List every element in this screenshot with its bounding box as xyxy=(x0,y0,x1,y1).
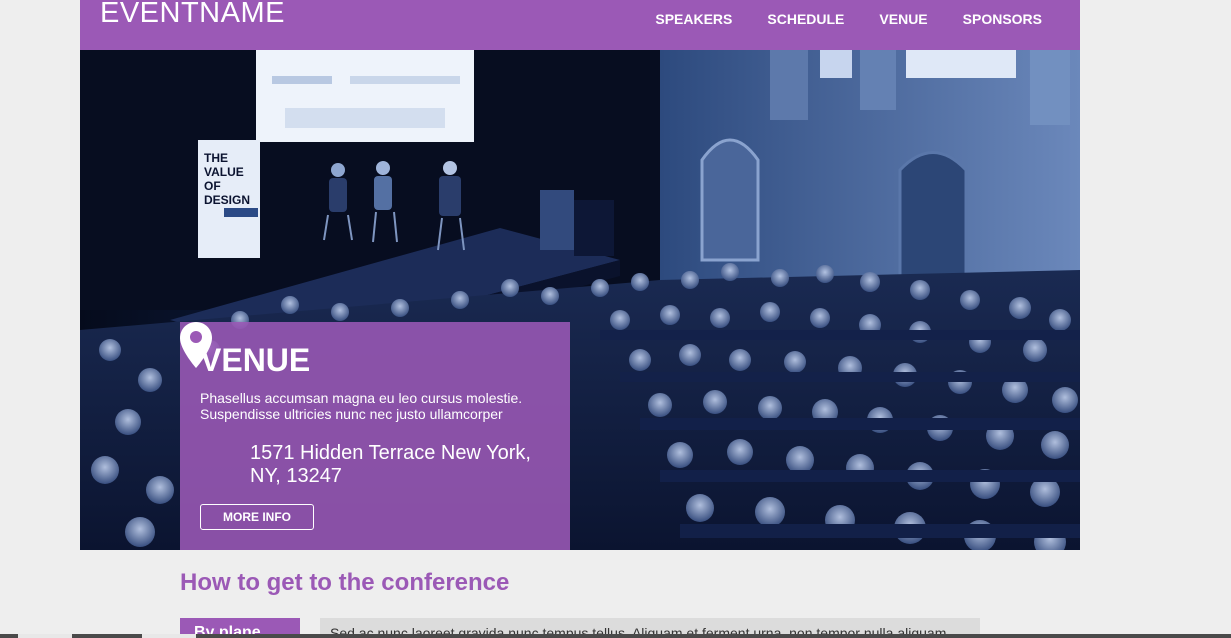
venue-address: 1571 Hidden Terrace New York, NY, 13247 xyxy=(250,442,531,487)
nav-speakers[interactable]: SPEAKERS xyxy=(655,11,732,27)
arched-door xyxy=(700,138,760,262)
arched-niche xyxy=(898,151,968,287)
pillar-1 xyxy=(770,50,808,120)
podium xyxy=(540,190,574,250)
window-1 xyxy=(820,50,852,78)
site-header: EVENTNAME SPEAKERS SCHEDULE VENUE SPONSO… xyxy=(80,0,1080,50)
pillar-2 xyxy=(860,50,896,110)
nav-schedule[interactable]: SCHEDULE xyxy=(767,11,844,27)
page: EVENTNAME SPEAKERS SCHEDULE VENUE SPONSO… xyxy=(0,0,1231,638)
svg-text:OF: OF xyxy=(204,179,221,193)
nav-venue[interactable]: VENUE xyxy=(879,11,927,27)
svg-text:VALUE: VALUE xyxy=(204,165,244,179)
more-info-button[interactable]: MORE INFO xyxy=(200,504,314,530)
taskbar xyxy=(0,634,1231,638)
pillar-3 xyxy=(1030,50,1070,125)
main-nav: SPEAKERS SCHEDULE VENUE SPONSORS xyxy=(620,0,1042,38)
site-logo[interactable]: EVENTNAME xyxy=(100,0,285,30)
site-container: EVENTNAME SPEAKERS SCHEDULE VENUE SPONSO… xyxy=(80,0,1080,550)
venue-title: VENUE xyxy=(200,342,311,378)
svg-text:DESIGN: DESIGN xyxy=(204,193,250,207)
directions-heading: How to get to the conference xyxy=(180,569,510,596)
nav-sponsors[interactable]: SPONSORS xyxy=(963,11,1042,27)
window-2 xyxy=(906,50,1016,78)
taskbar-item[interactable] xyxy=(142,634,196,638)
venue-card: VENUE Phasellus accumsan magna eu leo cu… xyxy=(180,322,570,550)
projection-screen xyxy=(256,50,474,142)
hero-image: THE VALUE OF DESIGN VENUE Phasellus accu… xyxy=(80,50,1080,550)
design-banner: THE VALUE OF DESIGN xyxy=(198,140,260,258)
venue-description: Phasellus accumsan magna eu leo cursus m… xyxy=(200,390,523,422)
map-pin-icon xyxy=(180,322,212,368)
taskbar-item[interactable] xyxy=(18,634,72,638)
svg-text:THE: THE xyxy=(204,151,228,165)
